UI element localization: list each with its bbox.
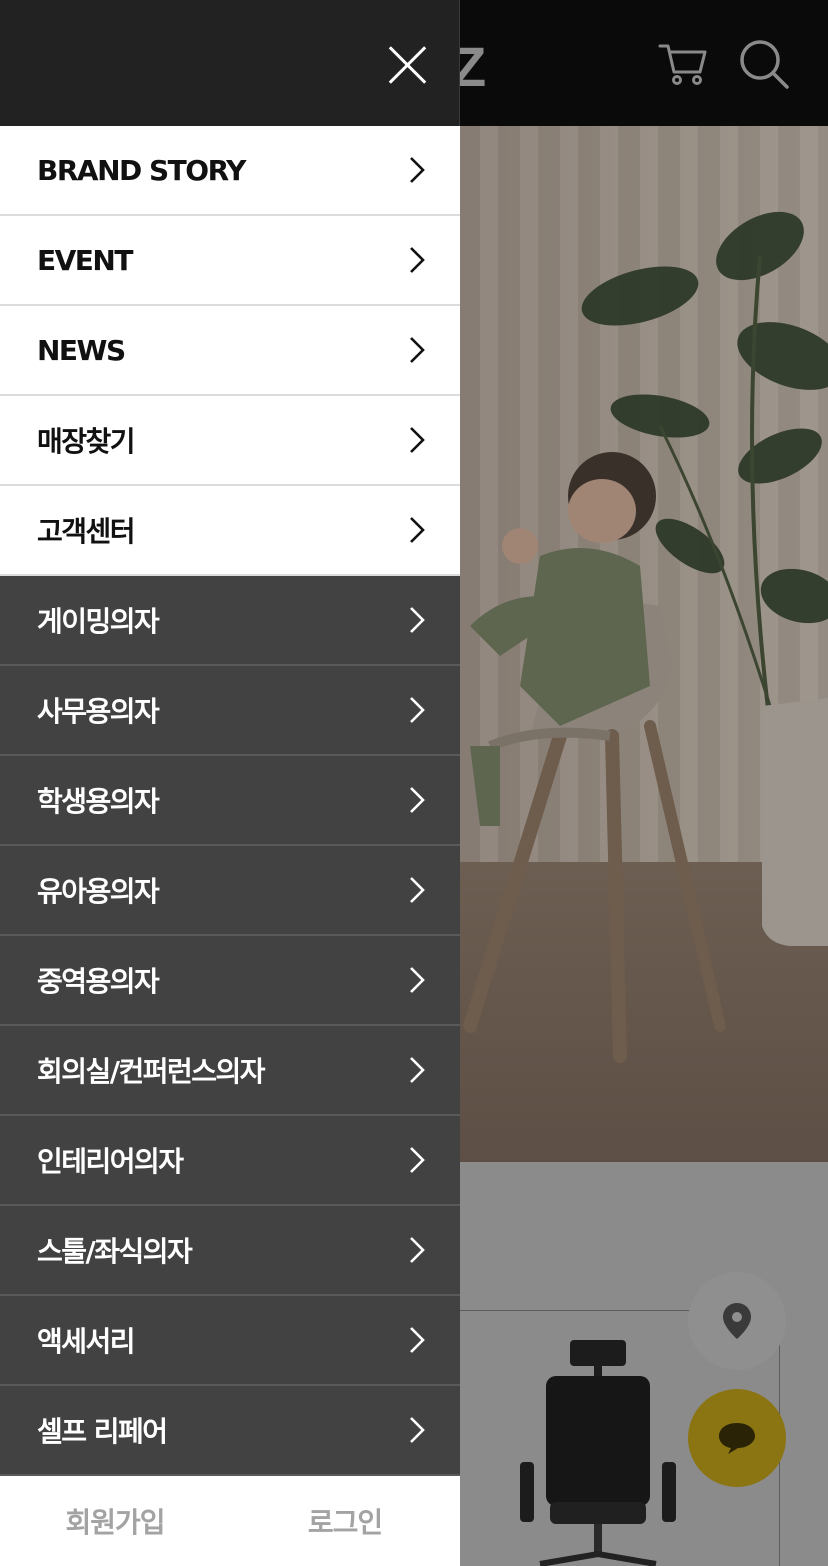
menu-item-label: 중역용의자 [37, 965, 160, 998]
chevron-right-icon [410, 787, 425, 813]
map-pin-icon [723, 1303, 751, 1339]
menu-item-label: EVENT [37, 243, 133, 277]
office-chair-image [520, 1340, 676, 1566]
menu-item-label: 게이밍의자 [37, 605, 160, 638]
chevron-right-icon [410, 337, 425, 363]
menu-item-label: 매장찾기 [37, 425, 136, 458]
search-icon[interactable] [738, 38, 790, 90]
menu-item[interactable]: 스툴/좌식의자 [0, 1206, 460, 1296]
menu-item[interactable]: BRAND STORY [0, 126, 460, 216]
menu-item-label: BRAND STORY [37, 153, 246, 187]
drawer-footer: 회원가입 로그인 [0, 1476, 460, 1566]
menu-item-label: 인테리어의자 [37, 1145, 184, 1178]
menu-item[interactable]: 게이밍의자 [0, 576, 460, 666]
login-button[interactable]: 로그인 [230, 1476, 460, 1566]
chevron-right-icon [410, 1057, 425, 1083]
menu-item-label: 회의실/컨퍼런스의자 [37, 1055, 266, 1088]
close-icon[interactable] [380, 38, 434, 92]
menu-item-label: 셀프 리페어 [37, 1415, 168, 1448]
chevron-right-icon [410, 427, 425, 453]
menu-item[interactable]: 고객센터 [0, 486, 460, 576]
menu-item[interactable]: 액세서리 [0, 1296, 460, 1386]
menu-item[interactable]: 중역용의자 [0, 936, 460, 1026]
menu-item[interactable]: 사무용의자 [0, 666, 460, 756]
chevron-right-icon [410, 157, 425, 183]
menu-item[interactable]: 회의실/컨퍼런스의자 [0, 1026, 460, 1116]
chevron-right-icon [410, 517, 425, 543]
drawer-header [0, 0, 460, 126]
cart-icon[interactable] [658, 40, 708, 86]
menu-item[interactable]: EVENT [0, 216, 460, 306]
menu-item[interactable]: 셀프 리페어 [0, 1386, 460, 1476]
chevron-right-icon [410, 697, 425, 723]
menu-item-label: 고객센터 [37, 515, 136, 548]
signup-button[interactable]: 회원가입 [0, 1476, 230, 1566]
menu-item-label: 스툴/좌식의자 [37, 1235, 193, 1268]
chevron-right-icon [410, 607, 425, 633]
menu-list: BRAND STORY EVENT NEWS 매장찾기고객센터게이밍의자사무용의자학생… [0, 126, 460, 1476]
chat-button[interactable] [688, 1389, 786, 1487]
store-locator-button[interactable] [688, 1272, 786, 1370]
chevron-right-icon [410, 877, 425, 903]
menu-item-label: 액세서리 [37, 1325, 136, 1358]
menu-item-label: NEWS [37, 333, 126, 367]
menu-item[interactable]: 인테리어의자 [0, 1116, 460, 1206]
menu-item-label: 유아용의자 [37, 875, 160, 908]
chat-bubble-icon [719, 1423, 755, 1454]
menu-item[interactable]: 유아용의자 [0, 846, 460, 936]
chevron-right-icon [410, 1147, 425, 1173]
chevron-right-icon [410, 967, 425, 993]
menu-item[interactable]: 학생용의자 [0, 756, 460, 846]
side-drawer: BRAND STORY EVENT NEWS 매장찾기고객센터게이밍의자사무용의자학생… [0, 0, 460, 1566]
menu-item-label: 학생용의자 [37, 785, 160, 818]
chevron-right-icon [410, 1327, 425, 1353]
menu-item-label: 사무용의자 [37, 695, 160, 728]
menu-item[interactable]: NEWS [0, 306, 460, 396]
chevron-right-icon [410, 1237, 425, 1263]
chevron-right-icon [410, 247, 425, 273]
chevron-right-icon [410, 1417, 425, 1443]
menu-item[interactable]: 매장찾기 [0, 396, 460, 486]
